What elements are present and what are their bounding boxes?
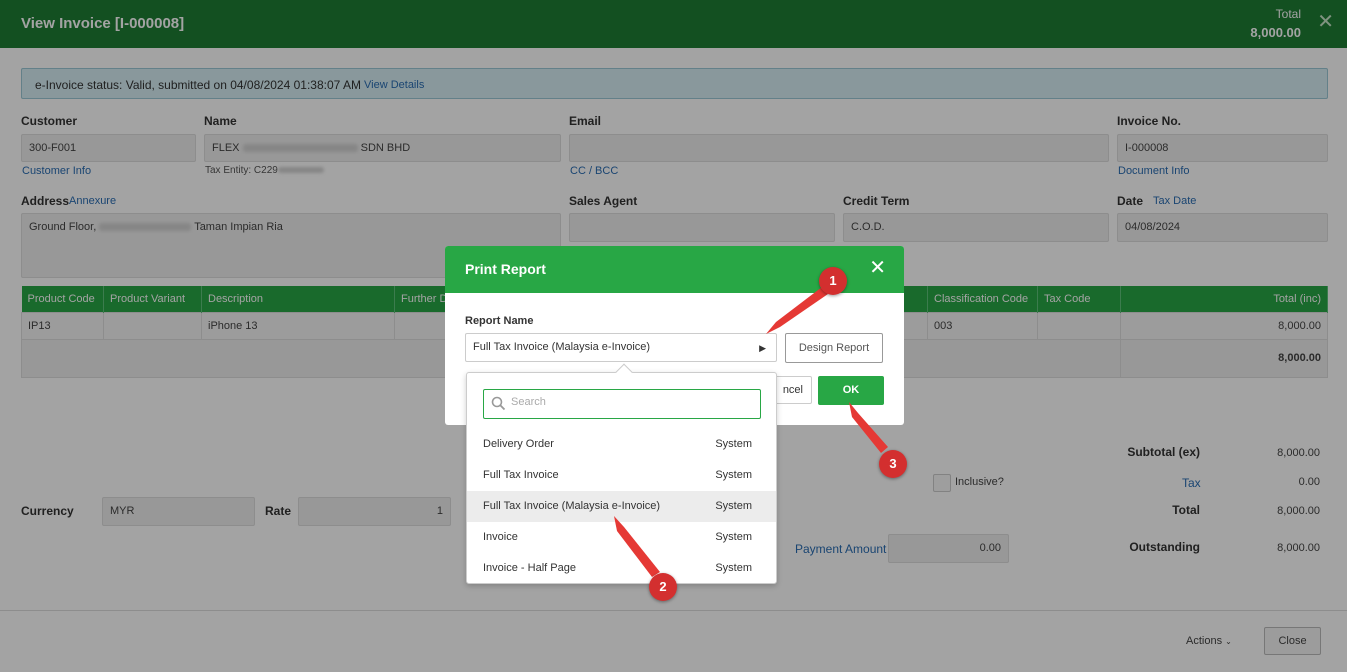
dropdown-search-input[interactable]: Search: [483, 389, 761, 419]
option-source: System: [715, 438, 752, 450]
dropdown-option[interactable]: Delivery Order System: [467, 429, 776, 460]
search-placeholder: Search: [511, 396, 546, 408]
selected-report: Full Tax Invoice (Malaysia e-Invoice): [473, 341, 651, 353]
caret-right-icon: ▶: [759, 343, 766, 353]
search-icon: [491, 396, 506, 411]
option-name: Invoice - Half Page: [483, 562, 576, 574]
step-marker-2: 2: [649, 573, 677, 601]
option-name: Invoice: [483, 531, 518, 543]
option-source: System: [715, 469, 752, 481]
option-source: System: [715, 562, 752, 574]
dropdown-option[interactable]: Invoice - Half Page System: [467, 553, 776, 584]
report-name-label: Report Name: [465, 315, 534, 327]
report-name-select[interactable]: Full Tax Invoice (Malaysia e-Invoice) ▶: [465, 333, 777, 362]
report-dropdown: Search Delivery Order System Full Tax In…: [466, 363, 777, 584]
option-source: System: [715, 531, 752, 543]
dropdown-option[interactable]: Invoice System: [467, 522, 776, 553]
option-source: System: [715, 500, 752, 512]
dropdown-option[interactable]: Full Tax Invoice System: [467, 460, 776, 491]
dropdown-option-selected[interactable]: Full Tax Invoice (Malaysia e-Invoice) Sy…: [467, 491, 776, 522]
step-marker-1: 1: [819, 267, 847, 295]
dialog-title: Print Report: [465, 261, 546, 277]
ok-button[interactable]: OK: [818, 376, 884, 405]
dialog-close-icon[interactable]: ✕: [869, 258, 886, 278]
option-name: Delivery Order: [483, 438, 554, 450]
design-report-button[interactable]: Design Report: [785, 333, 883, 363]
step-marker-3: 3: [879, 450, 907, 478]
option-name: Full Tax Invoice: [483, 469, 559, 481]
option-name: Full Tax Invoice (Malaysia e-Invoice): [483, 500, 661, 512]
